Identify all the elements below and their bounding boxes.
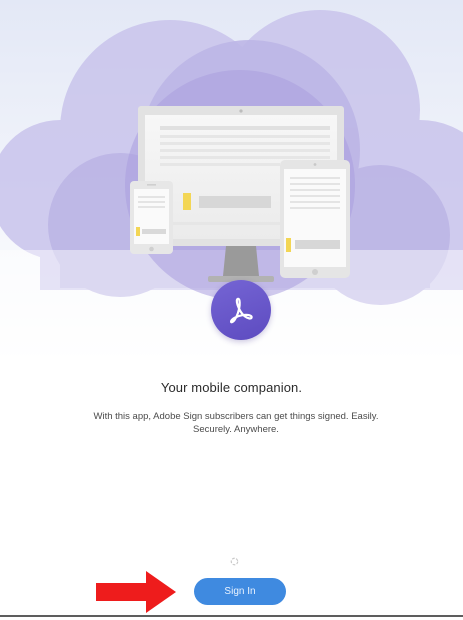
red-arrow-icon (96, 571, 176, 613)
sign-in-button[interactable]: Sign In (194, 578, 286, 605)
tablet-illustration (280, 160, 350, 278)
bottom-divider (0, 615, 463, 617)
loading-spinner-icon (230, 557, 239, 566)
adobe-acrobat-sign-icon (229, 297, 253, 324)
phone-illustration (130, 181, 173, 254)
adobe-sign-logo (211, 280, 271, 340)
welcome-headline: Your mobile companion. (160, 380, 303, 395)
welcome-description: With this app, Adobe Sign subscribers ca… (93, 411, 379, 435)
welcome-screen: Your mobile companion. With this app, Ad… (0, 0, 463, 620)
